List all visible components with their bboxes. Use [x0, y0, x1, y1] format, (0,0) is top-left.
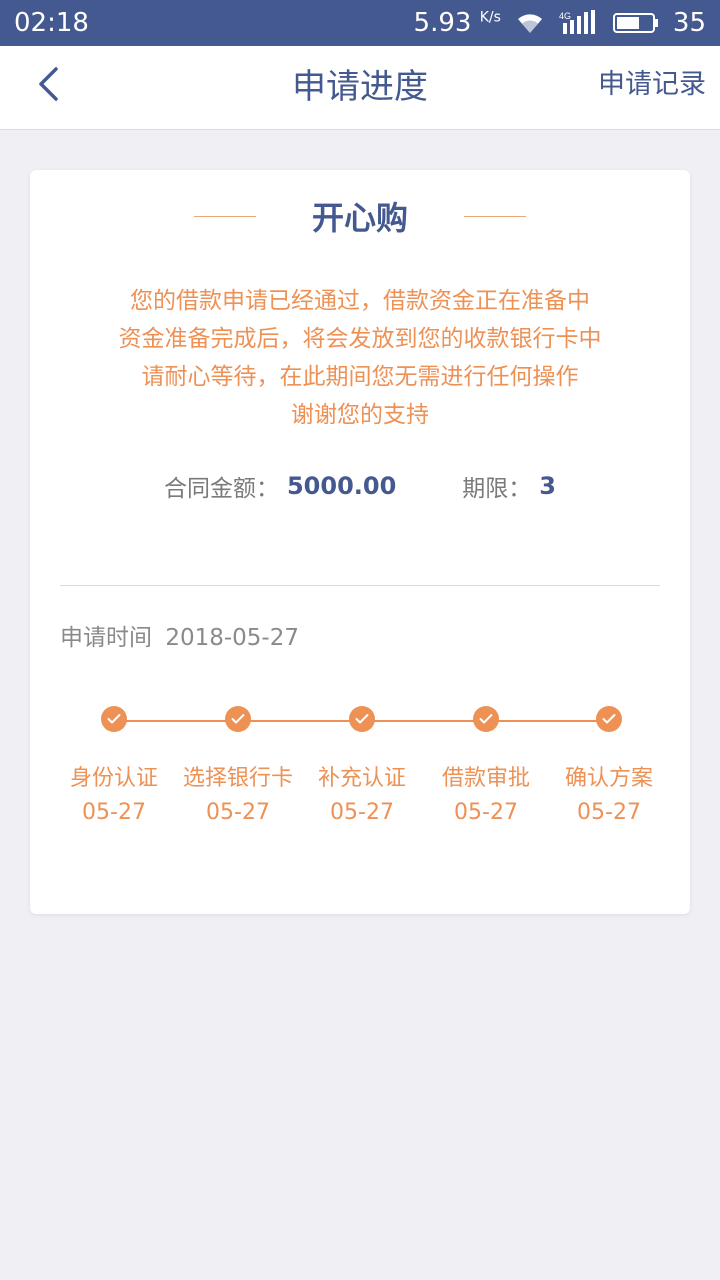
step-label: 确认方案	[564, 766, 653, 791]
progress-step: 选择银行卡 05-27	[173, 706, 303, 825]
card-header: 开心购	[30, 170, 690, 262]
battery-icon	[612, 11, 659, 35]
title-divider-left	[193, 215, 256, 217]
progress-step: 确认方案 05-27	[544, 706, 674, 825]
message-line: 资金准备完成后，将会发放到您的收款银行卡中	[118, 326, 602, 352]
apply-time-label: 申请时间	[60, 625, 152, 651]
network-type-label: 4G	[559, 11, 571, 21]
step-label: 补充认证	[317, 766, 406, 791]
step-label: 选择银行卡	[182, 766, 293, 791]
network-speed: 5.93 K/s	[414, 8, 501, 38]
step-date: 05-27	[82, 800, 146, 825]
progress-step: 身份认证 05-27	[49, 706, 179, 825]
message-line: 您的借款申请已经通过，借款资金正在准备中	[130, 288, 590, 314]
wifi-icon	[515, 11, 545, 35]
status-time: 02:18	[14, 8, 89, 38]
check-icon	[473, 706, 499, 732]
step-label: 借款审批	[441, 766, 530, 791]
nav-bar: 申请进度 申请记录	[0, 46, 720, 130]
check-icon	[225, 706, 251, 732]
status-right: 5.93 K/s 4G 35	[414, 8, 706, 38]
apply-time: 申请时间 2018-05-27	[60, 618, 299, 652]
check-icon	[349, 706, 375, 732]
contract-amount-label: 合同金额：	[163, 476, 279, 502]
progress-step: 补充认证 05-27	[297, 706, 427, 825]
check-icon	[101, 706, 127, 732]
title-divider-right	[464, 215, 526, 217]
card-title: 开心购	[311, 199, 408, 237]
term-value: 3	[539, 472, 556, 500]
step-label: 身份认证	[69, 766, 158, 791]
apply-time-value: 2018-05-27	[165, 625, 299, 651]
network-speed-value: 5.93	[413, 8, 472, 38]
battery-level: 35	[672, 8, 706, 38]
section-divider	[60, 585, 660, 586]
progress-card: 开心购 您的借款申请已经通过，借款资金正在准备中 资金准备完成后，将会发放到您的…	[30, 170, 690, 914]
step-date: 05-27	[330, 800, 394, 825]
contract-amount-value: 5000.00	[286, 472, 397, 500]
message-line: 请耐心等待，在此期间您无需进行任何操作	[141, 364, 579, 390]
status-bar: 02:18 5.93 K/s 4G 35	[0, 0, 720, 46]
message-line: 谢谢您的支持	[291, 402, 429, 428]
step-date: 05-27	[454, 800, 518, 825]
signal-icon: 4G	[559, 10, 599, 36]
step-date: 05-27	[577, 800, 641, 825]
network-speed-unit: K/s	[479, 9, 501, 26]
loan-summary: 合同金额： 5000.00 期限： 3	[30, 466, 690, 506]
check-icon	[596, 706, 622, 732]
status-message: 您的借款申请已经通过，借款资金正在准备中 资金准备完成后，将会发放到您的收款银行…	[30, 282, 690, 434]
apply-record-link[interactable]: 申请记录	[598, 46, 706, 129]
term-label: 期限：	[462, 476, 532, 502]
step-date: 05-27	[206, 800, 270, 825]
progress-step: 借款审批 05-27	[421, 706, 551, 825]
